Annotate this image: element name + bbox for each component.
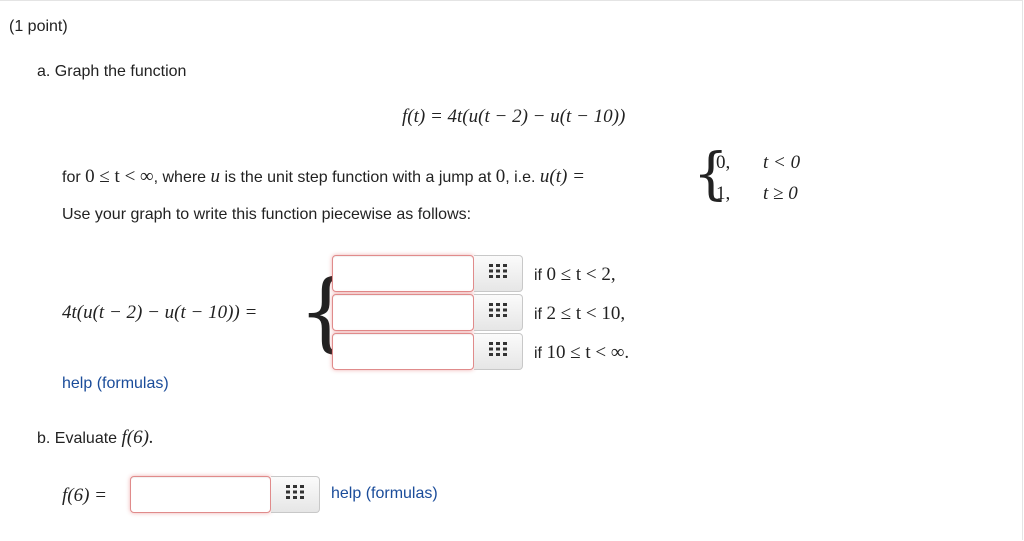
domain-sentence: for 0 ≤ t < ∞, where u is the unit step … bbox=[62, 166, 585, 188]
for-text: for bbox=[62, 169, 81, 186]
piecewise-answer-3[interactable] bbox=[332, 333, 474, 370]
condition-expr: 2 ≤ t < 10, bbox=[546, 303, 626, 324]
if-text: if bbox=[534, 306, 542, 323]
help-formulas-link-a[interactable]: help (formulas) bbox=[62, 375, 169, 393]
part-a-label: a. Graph the function bbox=[37, 63, 187, 80]
part-b-lhs: f(6) = bbox=[62, 485, 108, 506]
case-2-value: 1, bbox=[716, 183, 731, 204]
if-text: if bbox=[534, 267, 542, 284]
f6-answer-field[interactable] bbox=[130, 476, 271, 513]
piecewise-condition-1: if 0 ≤ t < 2, bbox=[534, 264, 616, 286]
equation-editor-button-3[interactable] bbox=[474, 333, 523, 370]
help-formulas-link-b[interactable]: help (formulas) bbox=[331, 485, 438, 503]
equation-editor-button-1[interactable] bbox=[474, 255, 523, 292]
piecewise-lhs: 4t(u(t − 2) − u(t − 10)) = bbox=[62, 302, 258, 323]
function-equation-text: f(t) = 4t(u(t − 2) − u(t − 10)) bbox=[402, 106, 626, 127]
instruction-text: Use your graph to write this function pi… bbox=[62, 206, 472, 223]
if-text: if bbox=[534, 345, 542, 362]
part-b-text: b. Evaluate bbox=[37, 430, 118, 447]
domain-expr: 0 ≤ t < ∞ bbox=[85, 166, 154, 187]
function-equation: f(t) = 4t(u(t − 2) − u(t − 10)) bbox=[402, 106, 625, 128]
zero-value: 0 bbox=[495, 166, 506, 187]
case-2-condition: t ≥ 0 bbox=[763, 183, 798, 204]
case-1-condition: t < 0 bbox=[763, 152, 801, 173]
grid-icon bbox=[286, 485, 304, 504]
ie-text: , i.e. bbox=[505, 169, 536, 186]
equation-editor-button-2[interactable] bbox=[474, 294, 523, 331]
grid-icon bbox=[489, 303, 507, 322]
part-b-expr: f(6). bbox=[121, 427, 154, 448]
case-1-value: 0, bbox=[716, 152, 731, 173]
u-var: u bbox=[210, 166, 221, 187]
where-text: , where bbox=[153, 169, 207, 186]
grid-icon bbox=[489, 342, 507, 361]
points-label: (1 point) bbox=[9, 18, 68, 35]
piecewise-answer-2[interactable] bbox=[332, 294, 474, 331]
equation-editor-button-b[interactable] bbox=[271, 476, 320, 513]
condition-expr: 0 ≤ t < 2, bbox=[546, 264, 616, 285]
condition-expr: 10 ≤ t < ∞. bbox=[546, 342, 630, 363]
grid-icon bbox=[489, 264, 507, 283]
piecewise-answer-1[interactable] bbox=[332, 255, 474, 292]
part-b-label: b. Evaluate f(6). bbox=[37, 427, 154, 449]
unit-step-text: is the unit step function with a jump at bbox=[224, 169, 492, 186]
piecewise-condition-2: if 2 ≤ t < 10, bbox=[534, 303, 625, 325]
piecewise-condition-3: if 10 ≤ t < ∞. bbox=[534, 342, 629, 364]
u-definition: u(t) = bbox=[539, 166, 585, 187]
